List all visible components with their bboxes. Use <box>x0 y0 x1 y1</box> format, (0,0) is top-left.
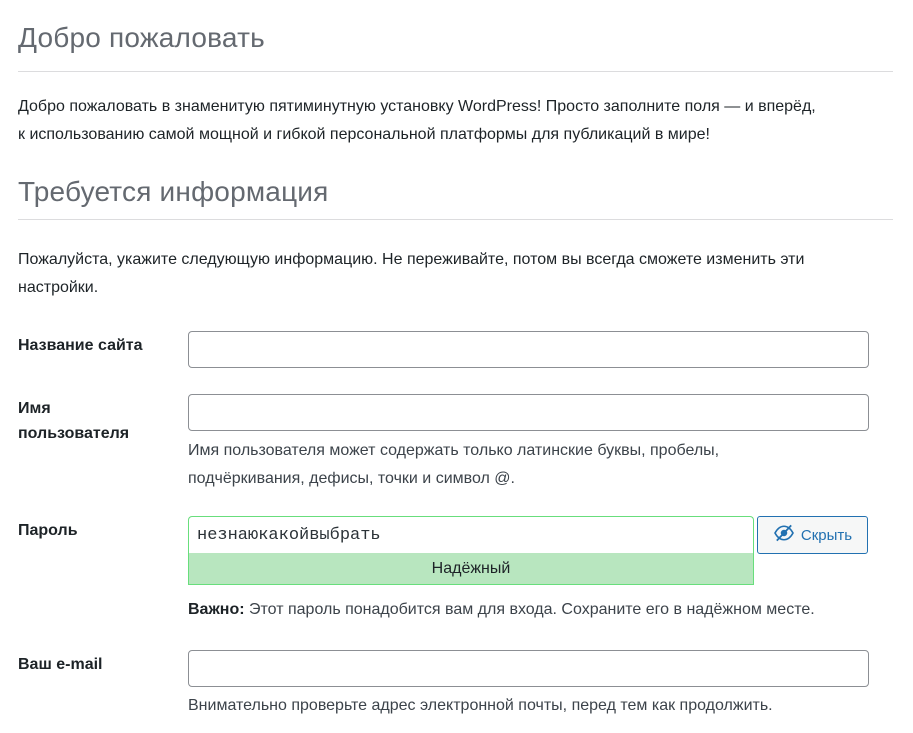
welcome-heading: Добро пожаловать <box>18 22 265 53</box>
password-note-text: Этот пароль понадобится вам для входа. С… <box>244 601 815 618</box>
site-title-label: Название сайта <box>18 337 143 354</box>
password-input[interactable]: незнаюкакойвыбрать <box>188 516 754 553</box>
eye-slash-icon <box>773 524 795 546</box>
hide-password-button[interactable]: Скрыть <box>757 516 868 554</box>
info-heading: Требуется информация <box>18 176 329 207</box>
email-label: Ваш e-mail <box>18 656 103 673</box>
welcome-text-line: Добро пожаловать в знаменитую пятиминутн… <box>18 98 816 115</box>
info-text-line: Пожалуйста, укажите следующую информацию… <box>18 251 805 268</box>
divider <box>18 219 893 220</box>
email-hint: Внимательно проверьте адрес электронной … <box>188 697 773 714</box>
username-label: Имя пользователя <box>18 396 168 446</box>
username-input[interactable] <box>188 394 869 431</box>
welcome-text-line: к использованию самой мощной и гибкой пе… <box>18 126 710 143</box>
username-hint-line: Имя пользователя может содержать только … <box>188 442 720 459</box>
site-title-input[interactable] <box>188 331 869 368</box>
welcome-text: Добро пожаловать в знаменитую пятиминутн… <box>18 93 893 149</box>
password-label: Пароль <box>18 522 78 539</box>
username-hint: Имя пользователя может содержать только … <box>188 437 888 493</box>
email-input[interactable] <box>188 650 869 687</box>
password-strength-meter: Надёжный <box>188 553 754 585</box>
divider <box>18 71 893 72</box>
password-note: Важно: Этот пароль понадобится вам для в… <box>188 596 888 624</box>
username-label-line: Имя <box>18 400 51 417</box>
username-label-line: пользователя <box>18 425 130 442</box>
info-text: Пожалуйста, укажите следующую информацию… <box>18 246 893 302</box>
username-hint-line: подчёркивания, дефисы, точки и символ @. <box>188 470 515 487</box>
info-text-line: настройки. <box>18 279 99 296</box>
hide-password-label: Скрыть <box>800 526 853 544</box>
password-note-bold: Важно: <box>188 601 245 618</box>
